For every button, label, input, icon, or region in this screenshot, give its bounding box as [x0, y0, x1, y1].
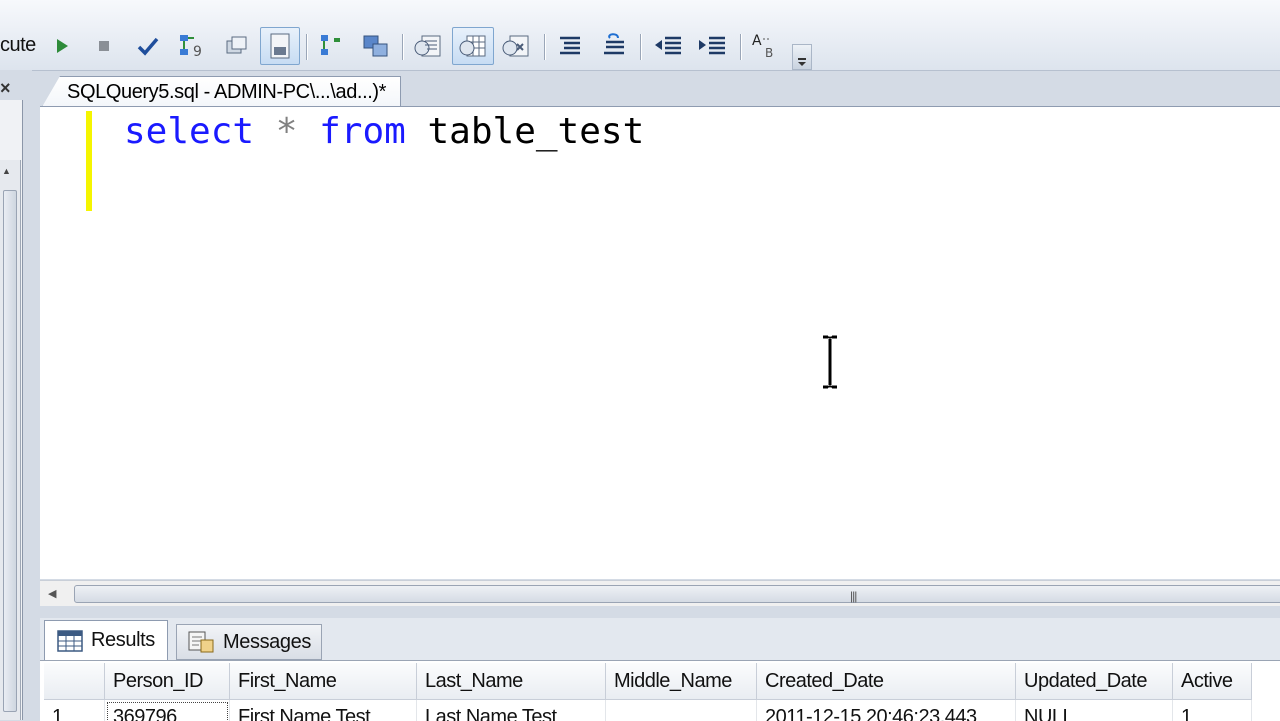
editor-horizontal-scrollbar[interactable]: ◀ ||| — [40, 580, 1280, 607]
column-header[interactable]: Created_Date — [757, 663, 1016, 700]
column-header[interactable]: Active — [1173, 663, 1252, 700]
table-cell[interactable]: NULL — [1016, 700, 1173, 721]
svg-text:B: B — [765, 46, 773, 60]
decrease-indent-icon[interactable] — [652, 30, 684, 62]
svg-text:9: 9 — [193, 44, 202, 60]
svg-text:A: A — [752, 33, 762, 49]
tab-messages-label: Messages — [223, 631, 311, 654]
table-row[interactable]: 1 369796 First Name Test Last Name Test … — [44, 700, 1252, 721]
parse-checkmark-icon[interactable] — [132, 30, 164, 62]
results-to-file-alt-icon[interactable] — [500, 30, 532, 62]
text-cursor-ibeam-icon — [820, 335, 840, 389]
table-cell[interactable]: Last Name Test — [417, 700, 606, 721]
column-header[interactable]: Updated_Date — [1016, 663, 1173, 700]
execute-button-label[interactable]: cute — [0, 34, 36, 57]
table-header-row: Person_ID First_Name Last_Name Middle_Na… — [44, 663, 1252, 700]
change-tracking-bar — [86, 111, 92, 211]
uncomment-lines-icon[interactable] — [598, 30, 630, 62]
scroll-thumb[interactable] — [3, 190, 17, 712]
results-to-grid-alt-icon[interactable] — [452, 27, 494, 65]
document-tab-strip: SQLQuery5.sql - ADMIN-PC\...\ad...)* — [32, 72, 1280, 106]
stop-icon[interactable] — [88, 30, 120, 62]
results-tab-strip: Results Messages — [40, 618, 1280, 660]
comment-lines-icon[interactable] — [554, 30, 586, 62]
keyword-from: from — [319, 111, 406, 152]
results-to-file-icon[interactable] — [260, 27, 300, 65]
results-table: Person_ID First_Name Last_Name Middle_Na… — [44, 663, 1252, 721]
keyword-select: select — [124, 111, 254, 152]
object-explorer-scrollbar[interactable]: ▲ — [0, 160, 21, 720]
table-cell[interactable]: 2011-12-15 20:46:23.443 — [757, 700, 1016, 721]
increase-indent-icon[interactable] — [696, 30, 728, 62]
results-grid[interactable]: Person_ID First_Name Last_Name Middle_Na… — [40, 660, 1280, 721]
scroll-grip-icon: ||| — [850, 589, 856, 603]
tab-messages[interactable]: Messages — [176, 624, 322, 660]
document-tab-title: SQLQuery5.sql - ADMIN-PC\...\ad...)* — [67, 81, 386, 104]
display-estimated-plan-icon[interactable]: 9 — [176, 30, 208, 62]
results-to-text-icon[interactable] — [360, 30, 392, 62]
table-cell[interactable]: 1 — [1173, 700, 1252, 721]
document-tab[interactable]: SQLQuery5.sql - ADMIN-PC\...\ad...)* — [42, 76, 401, 107]
table-cell[interactable] — [606, 700, 757, 721]
include-client-statistics-icon[interactable] — [316, 30, 348, 62]
operator-star: * — [276, 111, 298, 152]
horizontal-scroll-thumb[interactable] — [74, 585, 1280, 603]
tab-results-label: Results — [91, 629, 155, 652]
results-to-grid-icon[interactable] — [412, 30, 444, 62]
table-cell[interactable]: First Name Test — [230, 700, 417, 721]
table-identifier: table_test — [428, 111, 645, 152]
column-header[interactable]: Middle_Name — [606, 663, 757, 700]
editor-gutter — [40, 107, 86, 579]
results-grid-icon — [57, 630, 83, 652]
close-icon[interactable]: × — [0, 78, 16, 98]
row-number-header — [44, 663, 105, 700]
column-header[interactable]: Last_Name — [417, 663, 606, 700]
query-options-icon[interactable] — [220, 30, 252, 62]
column-header[interactable]: First_Name — [230, 663, 417, 700]
query-toolbar: cute 9 — [0, 0, 1280, 71]
messages-icon — [187, 630, 215, 654]
toolbar-overflow-chevron-icon[interactable] — [792, 44, 812, 70]
execute-run-icon[interactable] — [46, 30, 78, 62]
tab-results[interactable]: Results — [44, 620, 168, 660]
scroll-left-arrow-icon[interactable]: ◀ — [48, 587, 56, 600]
specify-template-values-icon[interactable]: A B — [750, 30, 782, 62]
query-editor[interactable]: select * from table_test — [40, 106, 1280, 579]
column-header[interactable]: Person_ID — [105, 663, 230, 700]
code-line-1[interactable]: select * from table_test — [124, 111, 644, 152]
row-number-cell[interactable]: 1 — [44, 700, 105, 721]
scroll-up-arrow-icon[interactable]: ▲ — [2, 166, 11, 176]
table-cell[interactable]: 369796 — [105, 700, 230, 721]
